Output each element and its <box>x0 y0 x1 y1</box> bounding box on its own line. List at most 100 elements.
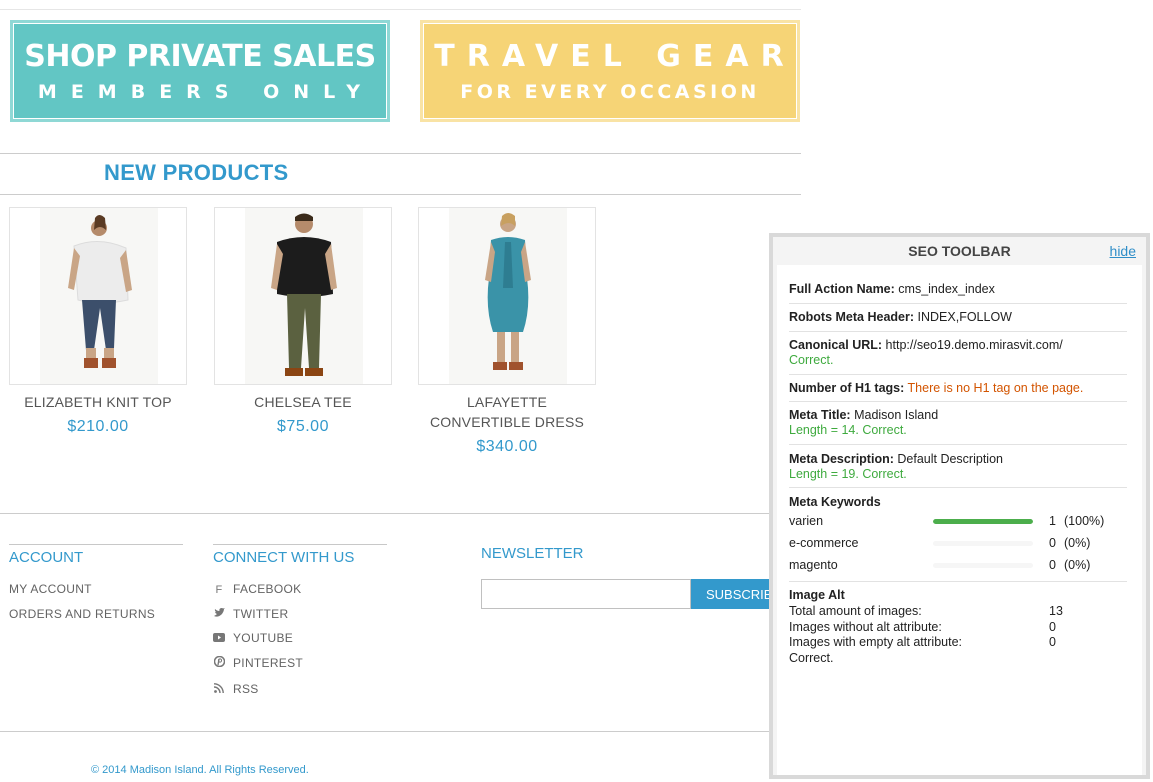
newsletter-email-input[interactable] <box>481 579 691 609</box>
seo-toolbar-title: SEO TOOLBAR <box>908 243 1011 259</box>
footer-link-label: RSS <box>233 682 259 696</box>
footer-connect-column: CONNECT WITH US <box>213 544 387 566</box>
meta-title-value: Madison Island <box>854 408 939 422</box>
footer-link-twitter[interactable]: TWITTER <box>213 607 288 621</box>
youtube-icon <box>213 633 225 645</box>
private-sales-banner[interactable]: SHOP PRIVATE SALES MEMBERS ONLY <box>10 20 390 122</box>
keyword-row: magento 0 (0%) <box>789 558 1125 574</box>
woman-white-top-photo-icon <box>68 215 132 368</box>
product-image[interactable] <box>418 207 596 385</box>
new-products-title: NEW PRODUCTS <box>104 160 289 185</box>
canonical-value: http://seo19.demo.mirasvit.com/ <box>885 338 1063 352</box>
images-empty-alt-value: 0 <box>1049 635 1056 649</box>
woman-teal-dress-photo-icon <box>485 213 531 370</box>
images-without-alt-value: 0 <box>1049 620 1056 634</box>
robots-row: Robots Meta Header: INDEX,FOLLOW <box>789 310 1125 325</box>
meta-keywords-label: Meta Keywords <box>789 495 881 509</box>
footer-link-youtube[interactable]: YOUTUBE <box>213 631 293 645</box>
subscribe-button[interactable]: SUBSCRIBE <box>691 579 776 609</box>
seo-toolbar-hide-link[interactable]: hide <box>1110 243 1136 259</box>
footer-link-label: FACEBOOK <box>233 582 302 596</box>
product-name[interactable]: ELIZABETH KNIT TOP <box>9 392 187 412</box>
keyword-count: 0 <box>1049 558 1056 572</box>
robots-value: INDEX,FOLLOW <box>917 310 1012 324</box>
copyright-text: © 2014 Madison Island. All Rights Reserv… <box>91 764 309 776</box>
image-alt-status: Correct. <box>789 651 834 665</box>
pinterest-icon <box>213 655 225 670</box>
footer-bottom-rule <box>0 731 801 732</box>
footer-link-label: TWITTER <box>233 607 289 621</box>
keyword-density-bar <box>933 541 1033 546</box>
canonical-status: Correct. <box>789 353 834 367</box>
full-action-row: Full Action Name: cms_index_index <box>789 282 1125 297</box>
keyword-density-bar <box>933 563 1033 568</box>
keyword-percent: (0%) <box>1064 558 1091 572</box>
h1-row: Number of H1 tags: There is no H1 tag on… <box>789 381 1125 396</box>
newsletter-heading: NEWSLETTER <box>481 545 584 562</box>
section-rule-top <box>0 153 801 154</box>
keyword-percent: (100%) <box>1064 514 1105 528</box>
product-image[interactable] <box>9 207 187 385</box>
keyword-count: 0 <box>1049 536 1056 550</box>
private-sales-headline: SHOP PRIVATE SALES <box>24 39 376 74</box>
product-card: LAFAYETTE CONVERTIBLE DRESS $340.00 <box>418 207 596 456</box>
meta-description-status: Length = 19. Correct. <box>789 467 907 481</box>
footer-account-heading: ACCOUNT <box>9 549 84 566</box>
full-action-label: Full Action Name: <box>789 282 895 296</box>
footer-top-rule <box>0 513 801 514</box>
product-name[interactable]: CHELSEA TEE <box>214 392 392 412</box>
footer-account-column: ACCOUNT <box>9 544 183 566</box>
total-images-value: 13 <box>1049 604 1063 618</box>
robots-label: Robots Meta Header: <box>789 310 915 324</box>
images-without-alt-label: Images without alt attribute: <box>789 620 942 634</box>
private-sales-subline: MEMBERS ONLY <box>37 81 375 103</box>
total-images-label: Total amount of images: <box>789 604 922 618</box>
rss-icon <box>213 683 225 696</box>
top-divider <box>0 9 801 10</box>
keyword-percent: (0%) <box>1064 536 1091 550</box>
images-empty-alt-label: Images with empty alt attribute: <box>789 635 962 649</box>
meta-title-status: Length = 14. Correct. <box>789 423 907 437</box>
product-name[interactable]: LAFAYETTE CONVERTIBLE DRESS <box>418 392 596 432</box>
product-card: CHELSEA TEE $75.00 <box>214 207 392 436</box>
keyword-count: 1 <box>1049 514 1056 528</box>
footer-connect-heading: CONNECT WITH US <box>213 549 355 566</box>
product-price: $75.00 <box>277 418 329 435</box>
footer-link-rss[interactable]: RSS <box>213 682 259 696</box>
travel-gear-subline: FOR EVERY OCCASION <box>460 81 760 103</box>
footer-link-my-account[interactable]: MY ACCOUNT <box>9 582 92 596</box>
keyword-name: e-commerce <box>789 536 859 550</box>
meta-keywords-heading: Meta Keywords <box>789 495 1125 510</box>
meta-description-row: Meta Description: Default Description Le… <box>789 452 1125 482</box>
man-black-tee-photo-icon <box>271 213 337 376</box>
image-alt-label: Image Alt <box>789 588 845 602</box>
product-name-line1: LAFAYETTE <box>466 394 548 410</box>
seo-toolbar-panel: SEO TOOLBAR hide Full Action Name: cms_i… <box>769 233 1150 779</box>
keyword-row: e-commerce 0 (0%) <box>789 536 1125 552</box>
travel-gear-headline: TRAVEL GEAR <box>434 39 796 74</box>
h1-label: Number of H1 tags: <box>789 381 905 395</box>
product-card: ELIZABETH KNIT TOP $210.00 <box>9 207 187 436</box>
seo-toolbar-body: Full Action Name: cms_index_index Robots… <box>777 265 1142 775</box>
meta-description-value: Default Description <box>897 452 1003 466</box>
travel-gear-banner[interactable]: TRAVEL GEAR FOR EVERY OCCASION <box>420 20 800 122</box>
product-image[interactable] <box>214 207 392 385</box>
image-alt-heading: Image Alt <box>789 588 1125 603</box>
footer-link-orders-returns[interactable]: ORDERS AND RETURNS <box>9 607 155 621</box>
keyword-name: varien <box>789 514 824 528</box>
canonical-row: Canonical URL: http://seo19.demo.mirasvi… <box>789 338 1125 368</box>
footer-link-label: PINTEREST <box>233 656 304 670</box>
footer-link-label: YOUTUBE <box>233 631 294 645</box>
footer-link-pinterest[interactable]: PINTEREST <box>213 655 304 670</box>
product-price: $340.00 <box>476 438 538 455</box>
footer-link-facebook[interactable]: f FACEBOOK <box>213 582 301 596</box>
keyword-row: varien 1 (100%) <box>789 514 1125 530</box>
facebook-icon: f <box>215 584 223 596</box>
meta-title-label: Meta Title: <box>789 408 851 422</box>
product-price: $210.00 <box>67 418 129 435</box>
h1-value: There is no H1 tag on the page. <box>907 381 1084 395</box>
meta-description-label: Meta Description: <box>789 452 894 466</box>
twitter-icon <box>213 608 225 621</box>
keyword-density-bar <box>933 519 1033 524</box>
full-action-value: cms_index_index <box>898 282 995 296</box>
